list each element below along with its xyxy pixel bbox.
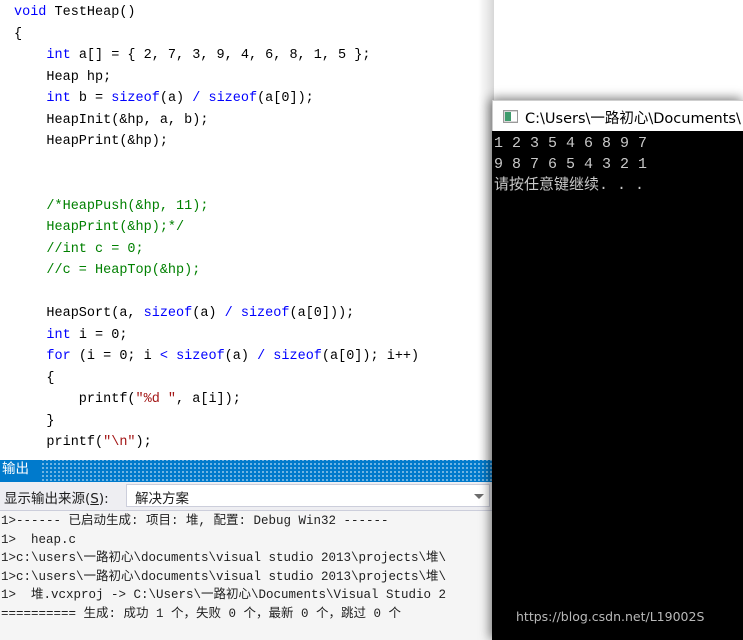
output-source-label: 显示输出来源(S): — [4, 487, 109, 507]
output-source-dropdown[interactable]: 解决方案 — [126, 484, 490, 507]
output-source-label-suffix: ): — [98, 491, 109, 507]
code-token: int — [46, 48, 71, 63]
code-token: sizeof — [143, 306, 193, 321]
code-line: HeapPrint(&hp);*/ — [0, 217, 419, 239]
code-token: HeapInit(&hp, a, b); — [14, 112, 209, 128]
code-token: { — [14, 26, 23, 42]
console-title-bar[interactable]: C:\Users\一路初心\Documents\ — [492, 100, 743, 131]
code-token: b = — [70, 91, 112, 106]
console-output-text[interactable]: 1 2 3 5 4 6 8 9 7 9 8 7 6 5 4 3 2 1 请按任意键继… — [492, 131, 743, 640]
chevron-down-icon[interactable] — [474, 494, 484, 499]
code-token: (a[0]); — [257, 91, 314, 106]
console-window[interactable]: C:\Users\一路初心\Documents\ 1 2 3 5 4 6 8 9… — [492, 100, 743, 640]
code-token: sizeof — [273, 349, 322, 364]
code-token: / — [224, 306, 233, 321]
code-token: (a) — [224, 349, 258, 364]
tab-output[interactable]: 输出 — [2, 460, 29, 477]
code-token: / — [257, 349, 266, 364]
code-line: //int c = 0; — [0, 239, 419, 261]
code-token: printf( — [14, 392, 136, 407]
code-token: (i = 0; i — [70, 349, 160, 364]
watermark-url: https://blog.csdn.net/L19002S — [516, 609, 705, 624]
code-line: for (i = 0; i < sizeof(a) / sizeof(a[0])… — [0, 346, 419, 368]
code-token: (a) — [159, 91, 193, 106]
code-token: printf( — [14, 435, 104, 450]
console-line: 9 8 7 6 5 4 3 2 1 — [494, 156, 648, 173]
code-token: < — [159, 349, 168, 364]
code-line: int i = 0; — [0, 325, 419, 347]
code-line: HeapPrint(&hp); — [0, 131, 419, 153]
code-token: sizeof — [176, 349, 225, 364]
code-line: { — [0, 368, 419, 390]
code-token: sizeof — [240, 306, 290, 321]
code-token: i = 0; — [70, 327, 128, 343]
code-token: HeapPrint(&hp);*/ — [46, 220, 185, 235]
code-token: a[] = { 2, 7, 3, 9, 4, 6, 8, 1, 5 }; — [70, 48, 371, 63]
code-line: /*HeapPush(&hp, 11); — [0, 196, 419, 218]
code-token: /*HeapPush(&hp, 11); — [46, 198, 209, 214]
code-line: { — [0, 24, 419, 46]
code-token: , a[i]); — [176, 392, 241, 407]
output-source-label-accesskey: S — [90, 491, 99, 507]
code-token: //int c = 0; — [46, 241, 144, 257]
code-token: (a) — [192, 306, 225, 321]
code-token: ); — [135, 435, 152, 450]
code-line: HeapInit(&hp, a, b); — [0, 110, 419, 132]
console-title-text: C:\Users\一路初心\Documents\ — [525, 111, 741, 127]
console-line: 请按任意键继续. . . — [494, 177, 645, 194]
output-source-selected-value: 解决方案 — [135, 491, 189, 507]
code-token: (a[0])); — [289, 306, 355, 321]
code-token: for — [46, 349, 71, 364]
code-token: HeapPrint(&hp); — [14, 134, 168, 149]
code-token: TestHeap() — [54, 5, 136, 20]
code-line: printf("\n"); — [0, 432, 419, 454]
code-token: Heap hp; — [14, 69, 112, 85]
code-line: HeapSort(a, sizeof(a) / sizeof(a[0])); — [0, 303, 419, 325]
code-line: } — [0, 411, 419, 433]
code-token: sizeof — [208, 91, 258, 106]
code-token: int — [46, 91, 71, 106]
code-token: void — [14, 5, 55, 20]
code-line: Heap hp; — [0, 67, 419, 89]
code-token: (a[0]); i++) — [321, 349, 420, 364]
code-line: int b = sizeof(a) / sizeof(a[0]); — [0, 88, 419, 110]
code-token: sizeof — [111, 91, 160, 106]
code-token: } — [14, 413, 55, 429]
code-line: //c = HeapTop(&hp); — [0, 260, 419, 282]
code-line: int a[] = { 2, 7, 3, 9, 4, 6, 8, 1, 5 }; — [0, 45, 419, 67]
code-token: { — [14, 370, 55, 386]
code-token: int — [46, 327, 71, 343]
code-line: printf("%d ", a[i]); — [0, 389, 419, 411]
code-line: void TestHeap() — [0, 2, 419, 24]
code-token: HeapSort(a, — [14, 306, 144, 321]
code-token: //c = HeapTop(&hp); — [46, 263, 201, 278]
console-line: 1 2 3 5 4 6 8 9 7 — [494, 135, 648, 152]
code-token: "\n" — [103, 435, 136, 450]
code-text-area[interactable]: void TestHeap() { int a[] = { 2, 7, 3, 9,… — [0, 0, 419, 454]
output-source-label-prefix: 显示输出来源( — [4, 491, 91, 507]
console-app-icon — [503, 110, 518, 123]
code-token: "%d " — [135, 392, 177, 407]
